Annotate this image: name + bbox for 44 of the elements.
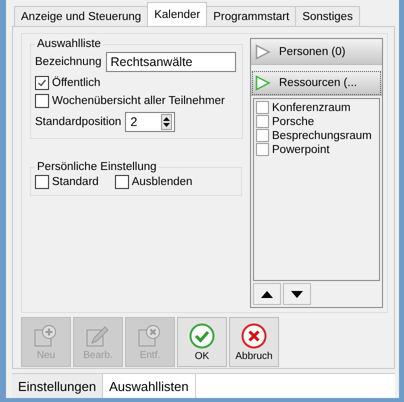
list-item[interactable]: Powerpoint [272, 144, 330, 156]
triangle-icon [255, 44, 271, 60]
checkbox[interactable] [256, 143, 269, 156]
group-title: Auswahlliste [36, 38, 102, 50]
delete-icon [138, 324, 162, 348]
list-item[interactable]: Konferenzraum [272, 102, 351, 114]
checkbox-label: Ausblenden [132, 176, 192, 188]
checkmark-icon [189, 322, 215, 348]
checkbox[interactable] [256, 115, 269, 128]
triangle-icon [255, 74, 271, 90]
cancel-icon [241, 322, 267, 348]
checkbox[interactable] [35, 175, 49, 189]
checkbox-label: Öffentlich [52, 77, 100, 89]
pencil-icon [86, 324, 110, 348]
input-field[interactable]: Rechtsanwälte [106, 52, 236, 72]
field-label: Standardposition [35, 116, 122, 128]
down-arrow-icon [291, 290, 303, 298]
checkmark-icon [37, 78, 47, 88]
checkbox[interactable] [256, 129, 269, 142]
group-title: Persönliche Einstellung [36, 161, 158, 173]
checkbox-label: Wochenübersicht aller Teilnehmer [52, 95, 225, 107]
tab[interactable]: Kalender [147, 2, 208, 26]
checkbox[interactable] [35, 94, 49, 108]
section-header[interactable]: Personen (0) [251, 39, 382, 65]
tab[interactable]: Anzeige und Steuerung [14, 6, 148, 26]
toolbar-button[interactable]: OK [177, 317, 227, 367]
move-up-button[interactable] [253, 283, 281, 305]
spin-field[interactable]: 2 [125, 112, 176, 132]
spin-arrows-icon[interactable] [161, 114, 172, 130]
tab[interactable]: Sonstiges [295, 6, 360, 26]
list-item[interactable]: Porsche [272, 116, 314, 128]
move-down-button[interactable] [283, 283, 311, 305]
checkbox[interactable] [35, 76, 49, 90]
section-header[interactable]: Ressourcen (... [251, 70, 382, 96]
checkbox[interactable] [114, 175, 129, 189]
field-label: Bezeichnung [35, 56, 102, 68]
tab[interactable]: Programmstart [206, 6, 296, 26]
add-icon [34, 324, 58, 348]
toolbar-button[interactable]: Abbruch [229, 317, 279, 367]
list-item[interactable]: Besprechungsraum [272, 130, 372, 142]
checkbox[interactable] [256, 101, 269, 114]
tab[interactable]: Einstellungen [12, 374, 104, 398]
up-arrow-icon [261, 290, 273, 298]
checkbox-label: Standard [52, 176, 99, 188]
